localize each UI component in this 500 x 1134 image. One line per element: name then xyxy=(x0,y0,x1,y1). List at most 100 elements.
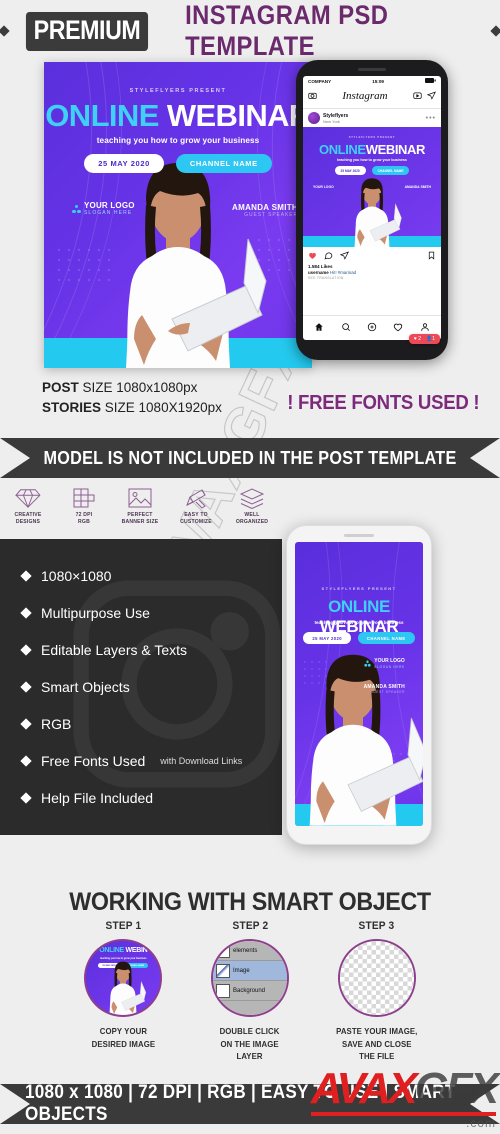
post-channel-pill: CHANNEL NAME xyxy=(175,154,272,173)
post-logo-slogan: SLOGAN HERE xyxy=(84,210,133,217)
step-3-caption-l1: PASTE YOUR IMAGE, xyxy=(336,1027,418,1036)
feature-label-3a: PERFECT xyxy=(127,512,153,518)
feed-title: ONLINEWEBINAR xyxy=(318,142,426,157)
stories-size-line: STORIES SIZE 1080X1920px xyxy=(42,398,222,418)
step-2-thumbnail: elements Image Background xyxy=(211,939,289,1017)
activity-heart-icon[interactable] xyxy=(393,319,403,337)
features-panel: 1080×1080 Multipurpose Use Editable Laye… xyxy=(0,539,282,835)
feed-pills: 25 MAY 2020 CHANNEL NAME xyxy=(303,166,441,175)
stories-logo-slogan: SLOGAN HERE xyxy=(374,664,405,669)
layer-row: Background xyxy=(213,981,287,1001)
post-author-row[interactable]: Styleflyers New York ••• xyxy=(303,109,441,127)
diamond-icon xyxy=(15,489,41,508)
instagram-wordmark: Instagram xyxy=(342,90,388,102)
layer-thumb-smart-object xyxy=(216,963,230,978)
feature-creative-designs: CREATIVE DESIGNS xyxy=(0,487,56,527)
post-title-accent: ONLINE xyxy=(45,98,159,133)
logo-dots-icon xyxy=(72,204,81,214)
footer-spec-text: 1080 x 1080 | 72 DPI | RGB | EASY TO USE… xyxy=(25,1082,456,1125)
feature-label-2a: 72 DPI xyxy=(75,512,93,518)
step-1-thumbnail: ONLINE WEBIN teaching you how to grow yo… xyxy=(84,939,163,1017)
post-pills: 25 MAY 2020 CHANNEL NAME xyxy=(44,154,312,173)
stories-presenter-label: STYLEFLYERS PRESENT xyxy=(321,586,397,591)
post-speaker-role: GUEST SPEAKER xyxy=(244,212,298,218)
status-bar: COMPANY 15:09 xyxy=(303,76,441,85)
diamond-bullet-icon xyxy=(20,643,32,656)
feature-label-1b: DESIGNS xyxy=(15,519,41,526)
diamond-icon-right xyxy=(490,25,500,37)
feature-72dpi-rgb: 72 DPI RGB xyxy=(56,487,112,527)
image-icon xyxy=(128,488,152,508)
camera-icon[interactable] xyxy=(308,87,317,105)
step-1-caption-l2: DESIRED IMAGE xyxy=(91,1039,156,1049)
iphone-stories-mockup: STYLEFLYERS PRESENT ONLINE WEBINAR teach… xyxy=(286,525,432,845)
feature-label-5b: ORGANIZED xyxy=(235,519,269,526)
post-size-value: SIZE 1080x1080px xyxy=(78,380,198,395)
step-2-caption-l1: DOUBLE CLICK xyxy=(220,1027,280,1036)
igtv-icon[interactable] xyxy=(413,87,422,105)
more-options-icon[interactable]: ••• xyxy=(426,115,436,122)
transparency-checker xyxy=(339,941,414,1015)
step-2-label: STEP 2 xyxy=(232,920,268,932)
feature-icon-row: CREATIVE DESIGNS 72 DPI RGB PERFECT BANNER … xyxy=(0,487,280,527)
smart-object-title: WORKING WITH SMART OBJECT xyxy=(69,888,431,916)
step-2: STEP 2 elements Image Background DOUBLE … xyxy=(187,920,314,1064)
comment-icon[interactable] xyxy=(324,251,333,262)
phone-screen: COMPANY 15:09 Instagram Styleflyers New … xyxy=(303,76,441,344)
step-2-caption-l3: LAYER xyxy=(236,1052,264,1062)
model-disclaimer-text: MODEL IS NOT INCLUDED IN THE POST TEMPLA… xyxy=(43,447,457,468)
diamond-bullet-icon xyxy=(20,680,32,693)
stories-subtitle: teaching you how to grow your business xyxy=(314,620,404,625)
send-icon[interactable] xyxy=(426,87,436,105)
layer-name: Background xyxy=(233,987,266,994)
premium-badge: PREMIUM xyxy=(25,11,149,51)
pencil-icon xyxy=(186,489,206,509)
step-2-caption-l2: ON THE IMAGE xyxy=(220,1039,280,1049)
layer-name: elements xyxy=(233,947,258,954)
post-title-main: WEBINAR xyxy=(166,98,312,133)
layers-panel-mock: elements Image Background xyxy=(213,941,287,1015)
stories-model-photo xyxy=(309,654,423,826)
step-3: STEP 3 PASTE YOUR IMAGE, SAVE AND CLOSE TH… xyxy=(313,920,440,1064)
diamond-bullet-icon xyxy=(20,754,32,767)
step-3-caption-l3: THE FILE xyxy=(358,1052,395,1062)
step-3-label: STEP 3 xyxy=(358,920,395,932)
template-preview-page: AVAXGFX.COM AVAXGFX.COM AVAXGFX PREMIUM … xyxy=(0,0,500,1134)
grid-icon xyxy=(73,488,95,508)
stories-logo-name: YOUR LOGO xyxy=(374,658,405,664)
see-translation-link[interactable]: SEE TRANSLATION xyxy=(303,275,441,280)
share-send-icon[interactable] xyxy=(339,251,349,262)
diamond-bullet-icon xyxy=(20,569,32,582)
feed-subtitle: teaching you how to grow your business xyxy=(337,158,407,162)
feature-perfect-banner-size: PERFECT BANNER SIZE xyxy=(112,487,168,527)
bookmark-icon[interactable] xyxy=(427,251,436,262)
post-size-line: POST SIZE 1080x1080px xyxy=(42,378,222,398)
layer-thumb xyxy=(216,983,230,998)
badge-likes: ♥ 2 xyxy=(413,336,421,342)
instagram-ghost-icon xyxy=(73,580,281,788)
stories-pills: 25 MAY 2020 CHANNEL NAME xyxy=(295,632,423,644)
account-name: Styleflyers xyxy=(323,112,349,119)
iphone-post-mockup: COMPANY 15:09 Instagram Styleflyers New … xyxy=(296,60,448,360)
account-location: New York xyxy=(323,118,340,124)
feed-date-pill: 25 MAY 2020 xyxy=(334,166,366,175)
stories-size-label: STORIES xyxy=(42,399,102,415)
feature-label-5a: WELL xyxy=(244,512,260,518)
step-3-caption-l2: SAVE AND CLOSE xyxy=(341,1039,412,1049)
post-logo-name: YOUR LOGO xyxy=(84,201,135,210)
diamond-bullet-icon xyxy=(20,791,32,804)
step-1-caption-l1: COPY YOUR xyxy=(99,1027,147,1036)
stories-speaker: AMANDA SMITH GUEST SPEAKER xyxy=(364,684,405,694)
add-post-icon[interactable] xyxy=(367,319,377,337)
feed-presenter-label: STYLEFLYERS PRESENT xyxy=(348,136,396,139)
feed-post-image: STYLEFLYERS PRESENT ONLINEWEBINAR teachi… xyxy=(303,127,441,247)
feature-well-organized: WELL ORGANIZED xyxy=(224,487,280,527)
phone-speaker-grill xyxy=(344,534,374,537)
home-icon[interactable] xyxy=(314,319,324,337)
post-action-bar xyxy=(303,247,441,264)
search-icon[interactable] xyxy=(341,319,351,337)
step-3-thumbnail xyxy=(337,939,416,1017)
heart-icon[interactable] xyxy=(308,251,317,262)
feature-label-2b: RGB xyxy=(78,519,90,526)
post-preview: STYLEFLYERS PRESENT ONLINE WEBINAR teach… xyxy=(44,62,312,368)
